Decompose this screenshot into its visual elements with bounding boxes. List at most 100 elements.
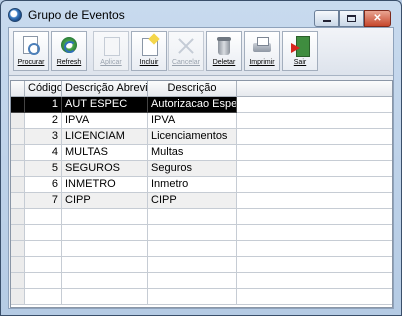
row-indicator <box>11 289 25 305</box>
row-filler <box>237 113 392 129</box>
cell-codigo[interactable]: 1 <box>25 97 62 113</box>
apply-icon <box>100 35 122 57</box>
minimize-icon <box>322 20 331 22</box>
empty-row <box>11 209 392 225</box>
cell-codigo[interactable]: 7 <box>25 193 62 209</box>
empty-row <box>11 241 392 257</box>
grid-header-row: Código Descrição Abreviada Descrição <box>11 81 392 97</box>
row-filler <box>237 209 392 225</box>
search-icon <box>20 35 42 57</box>
table-row[interactable]: 6 INMETRO Inmetro <box>11 177 392 193</box>
cancel-button-label: Cancelar <box>171 59 200 66</box>
cell-descricao[interactable]: Seguros <box>148 161 237 177</box>
delete-button[interactable]: Deletar <box>206 31 242 71</box>
cell-descricao-abreviada[interactable]: MULTAS <box>62 145 148 161</box>
row-filler <box>237 241 392 257</box>
row-indicator[interactable] <box>11 193 25 209</box>
empty-cell <box>25 209 62 225</box>
close-button[interactable]: ✕ <box>364 10 391 27</box>
row-filler <box>237 257 392 273</box>
cell-descricao-abreviada[interactable]: IPVA <box>62 113 148 129</box>
maximize-icon <box>347 15 356 22</box>
cell-descricao-abreviada[interactable]: SEGUROS <box>62 161 148 177</box>
row-indicator[interactable] <box>11 161 25 177</box>
table-row[interactable]: 5 SEGUROS Seguros <box>11 161 392 177</box>
search-button-label: Procurar <box>17 59 45 66</box>
empty-cell <box>148 257 237 273</box>
exit-button[interactable]: Sair <box>282 31 318 71</box>
title-bar[interactable]: Grupo de Eventos ✕ <box>1 1 401 27</box>
maximize-button[interactable] <box>339 10 364 27</box>
apply-button[interactable]: Aplicar <box>93 31 129 71</box>
close-icon: ✕ <box>373 13 382 24</box>
app-icon <box>8 8 22 22</box>
cell-descricao[interactable]: Multas <box>148 145 237 161</box>
cell-codigo[interactable]: 3 <box>25 129 62 145</box>
column-header-descricao-abreviada[interactable]: Descrição Abreviada <box>62 81 148 97</box>
row-indicator[interactable] <box>11 177 25 193</box>
cell-descricao[interactable]: CIPP <box>148 193 237 209</box>
exit-button-label: Sair <box>293 59 307 66</box>
table-row[interactable]: 1 AUT ESPEC Autorizacao Especial <box>11 97 392 113</box>
delete-button-label: Deletar <box>212 59 236 66</box>
empty-cell <box>148 209 237 225</box>
empty-cell <box>25 241 62 257</box>
cell-descricao[interactable]: Inmetro <box>148 177 237 193</box>
row-filler <box>237 225 392 241</box>
table-row[interactable]: 2 IPVA IPVA <box>11 113 392 129</box>
row-indicator[interactable] <box>11 145 25 161</box>
cell-descricao-abreviada[interactable]: INMETRO <box>62 177 148 193</box>
new-button-label: Incluir <box>139 59 159 66</box>
row-indicator <box>11 257 25 273</box>
table-row[interactable]: 7 CIPP CIPP <box>11 193 392 209</box>
cancel-button[interactable]: Cancelar <box>168 31 204 71</box>
cell-descricao-abreviada[interactable]: LICENCIAM <box>62 129 148 145</box>
cell-descricao[interactable]: IPVA <box>148 113 237 129</box>
row-indicator <box>11 241 25 257</box>
window-title: Grupo de Eventos <box>28 8 125 22</box>
empty-cell <box>62 273 148 289</box>
row-indicator <box>11 273 25 289</box>
cell-descricao[interactable]: Autorizacao Especial <box>148 97 237 113</box>
apply-button-label: Aplicar <box>100 59 122 66</box>
row-filler <box>237 177 392 193</box>
header-filler <box>237 81 392 97</box>
column-header-codigo[interactable]: Código <box>25 81 62 97</box>
empty-cell <box>25 257 62 273</box>
search-button[interactable]: Procurar <box>13 31 49 71</box>
print-button-label: Imprimir <box>249 59 275 66</box>
printer-icon <box>251 35 273 57</box>
empty-cell <box>62 241 148 257</box>
cell-codigo[interactable]: 4 <box>25 145 62 161</box>
row-indicator[interactable] <box>11 129 25 145</box>
cell-codigo[interactable]: 2 <box>25 113 62 129</box>
empty-cell <box>25 225 62 241</box>
new-button[interactable]: Incluir <box>131 31 167 71</box>
empty-row <box>11 273 392 289</box>
trash-icon <box>213 35 235 57</box>
empty-cell <box>25 289 62 305</box>
cell-codigo[interactable]: 6 <box>25 177 62 193</box>
table-row[interactable]: 4 MULTAS Multas <box>11 145 392 161</box>
events-grid[interactable]: Código Descrição Abreviada Descrição 1 A… <box>10 80 393 308</box>
print-button[interactable]: Imprimir <box>244 31 280 71</box>
cell-codigo[interactable]: 5 <box>25 161 62 177</box>
empty-cell <box>62 225 148 241</box>
cell-descricao-abreviada[interactable]: AUT ESPEC <box>62 97 148 113</box>
row-filler <box>237 273 392 289</box>
minimize-button[interactable] <box>314 10 339 27</box>
cell-descricao[interactable]: Licenciamentos <box>148 129 237 145</box>
empty-cell <box>148 225 237 241</box>
table-row[interactable]: 3 LICENCIAM Licenciamentos <box>11 129 392 145</box>
row-filler <box>237 129 392 145</box>
empty-cell <box>62 257 148 273</box>
row-indicator[interactable] <box>11 113 25 129</box>
header-indicator-cell <box>11 81 25 97</box>
empty-row <box>11 257 392 273</box>
column-header-descricao[interactable]: Descrição <box>148 81 237 97</box>
cell-descricao-abreviada[interactable]: CIPP <box>62 193 148 209</box>
row-indicator[interactable] <box>11 97 25 113</box>
empty-row <box>11 225 392 241</box>
refresh-button[interactable]: Refresh <box>51 31 87 71</box>
toolbar: Procurar Refresh Aplicar Incluir Cancela… <box>9 28 393 76</box>
